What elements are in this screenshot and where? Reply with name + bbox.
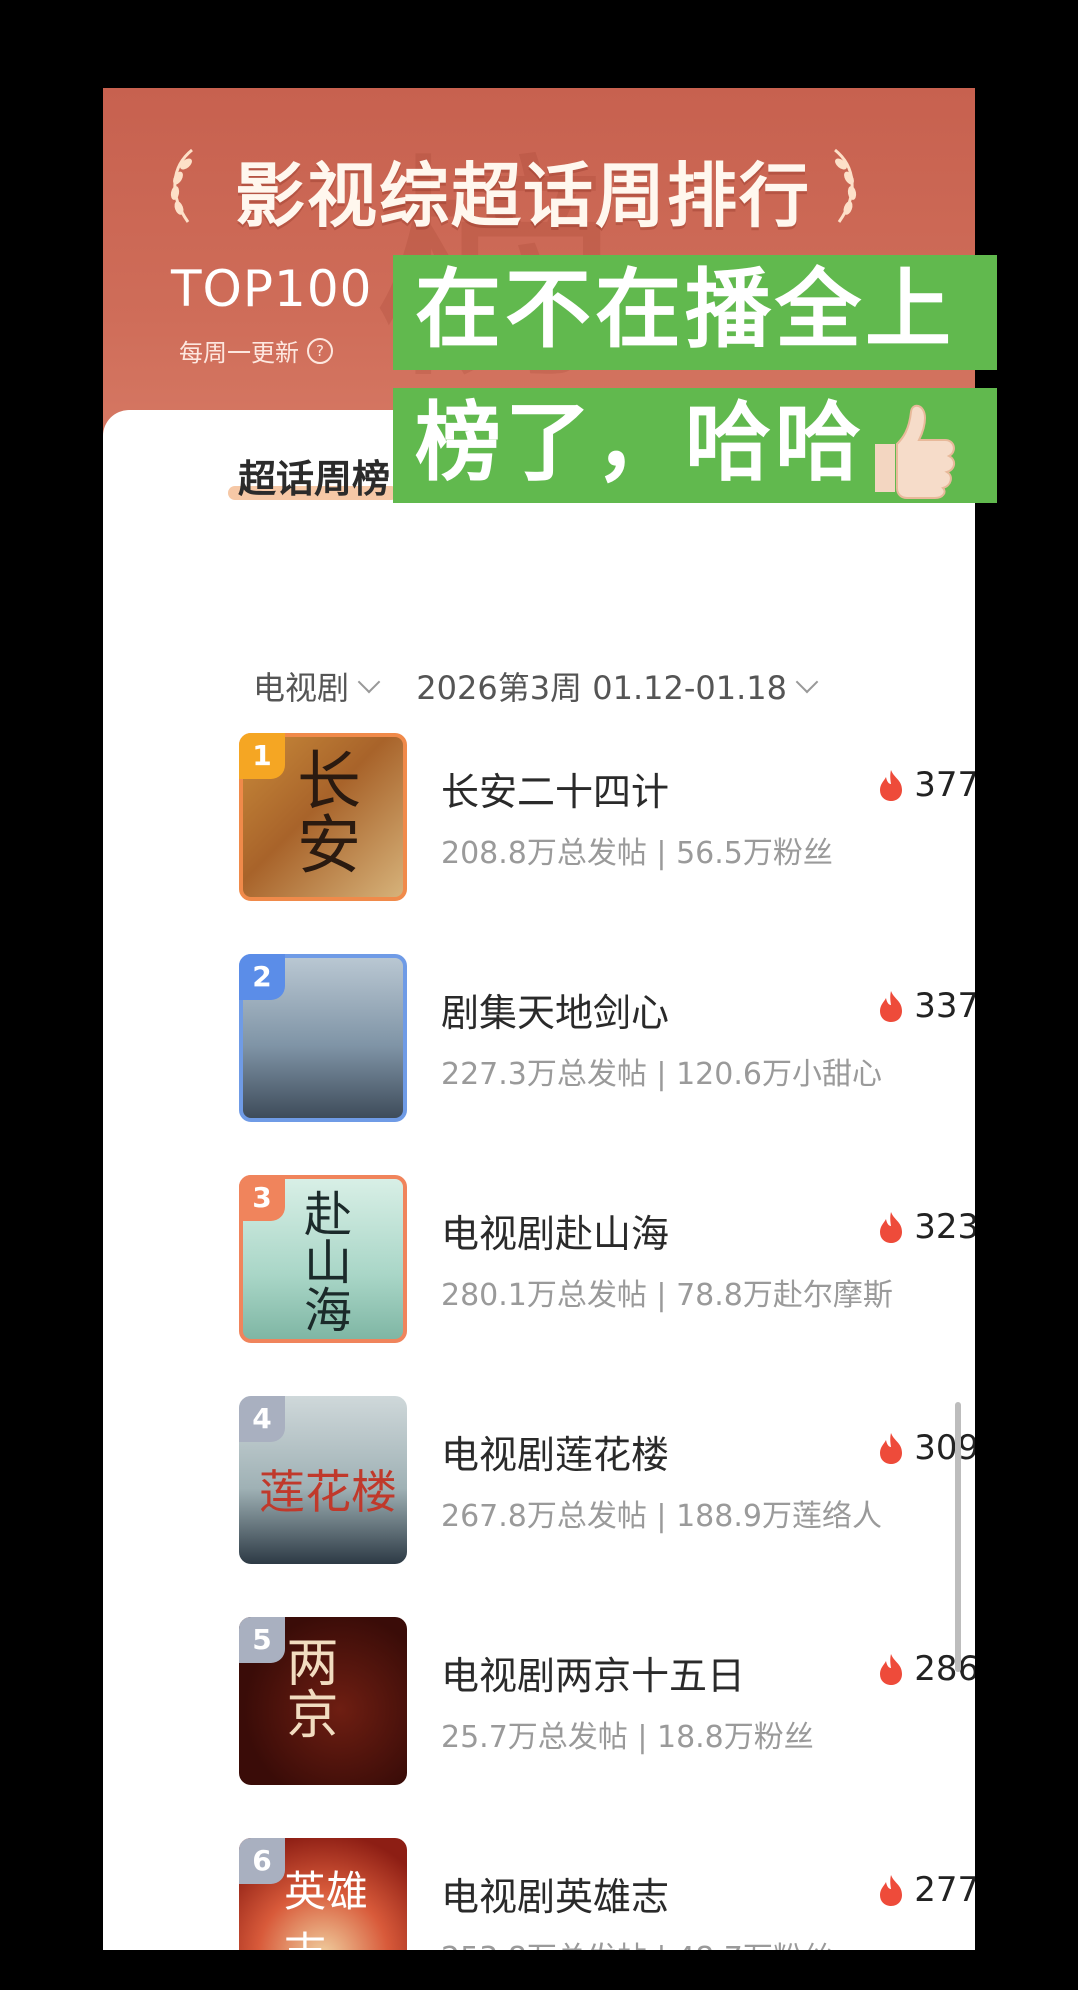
flame-icon: [880, 1212, 903, 1243]
thumbs-up-icon: [875, 404, 955, 499]
heat-value: 286614: [914, 1649, 975, 1689]
show-stats: 25.7万总发帖 | 18.8万粉丝: [441, 1720, 814, 1755]
rank-badge: 6: [239, 1838, 285, 1884]
flame-icon: [880, 1654, 903, 1685]
sticker-line-1: 在不在播全上: [393, 255, 997, 370]
show-title: 电视剧赴山海: [441, 1212, 670, 1256]
page-title: 影视综超话周排行: [235, 155, 811, 237]
rank-badge: 5: [239, 1617, 285, 1663]
ranking-row[interactable]: 2 剧集天地剑心 227.3万总发帖 | 120.6万小甜心 337641: [239, 954, 975, 1124]
heat-score: 277645: [876, 1870, 975, 1910]
ranking-row[interactable]: 两京 5 电视剧两京十五日 25.7万总发帖 | 18.8万粉丝 286614: [239, 1617, 975, 1787]
show-title: 剧集天地剑心: [441, 991, 670, 1035]
flame-icon: [880, 770, 903, 801]
show-title: 长安二十四计: [441, 770, 670, 814]
week-filter[interactable]: 2026第3周 01.12-01.18: [416, 663, 819, 709]
show-title: 电视剧莲花楼: [441, 1433, 670, 1477]
help-icon[interactable]: ?: [307, 337, 333, 364]
chevron-down-icon: [795, 670, 819, 694]
show-title: 电视剧两京十五日: [441, 1654, 746, 1698]
show-stats: 227.3万总发帖 | 120.6万小甜心: [441, 1057, 882, 1092]
update-text: 每周一更新: [179, 339, 299, 367]
scrollbar[interactable]: [955, 1402, 961, 1672]
heat-value: 277645: [914, 1870, 975, 1910]
category-filter[interactable]: 电视剧: [253, 663, 381, 709]
laurel-icon: [170, 148, 193, 223]
show-stats: 253.8万总发帖 | 48.7万粉丝: [441, 1933, 833, 1950]
top100-label: TOP100: [171, 260, 373, 318]
show-stats: 267.8万总发帖 | 188.9万莲络人: [441, 1499, 882, 1534]
heat-value: 309053: [914, 1428, 975, 1468]
ranking-row[interactable]: 长安 1 长安二十四计 208.8万总发帖 | 56.5万粉丝 377501: [239, 733, 975, 903]
rank-badge: 3: [239, 1175, 285, 1221]
tab-weekly-ranking[interactable]: 超话周榜: [238, 448, 390, 503]
flame-icon: [880, 1433, 903, 1464]
show-stats: 208.8万总发帖 | 56.5万粉丝: [441, 836, 833, 871]
update-note: 每周一更新 ?: [179, 333, 333, 368]
ranking-row[interactable]: 赴山海 3 电视剧赴山海 280.1万总发帖 | 78.8万赴尔摩斯 32335…: [239, 1175, 975, 1345]
show-title: 电视剧英雄志: [441, 1875, 670, 1919]
rank-badge: 4: [239, 1396, 285, 1442]
heat-value: 377501: [914, 765, 975, 805]
laurel-icon: [834, 148, 857, 223]
rank-badge: 1: [239, 733, 285, 779]
category-label: 电视剧: [253, 669, 350, 707]
show-stats: 280.1万总发帖 | 78.8万赴尔摩斯: [441, 1278, 893, 1313]
ranking-row[interactable]: 莲花楼 4 电视剧莲花楼 267.8万总发帖 | 188.9万莲络人 30905…: [239, 1396, 975, 1566]
week-label: 2026第3周 01.12-01.18: [416, 669, 787, 707]
heat-value: 337641: [914, 986, 975, 1026]
flame-icon: [880, 1875, 903, 1906]
heat-score: 337641: [876, 986, 975, 1026]
ranking-row[interactable]: 英雄志 6 电视剧英雄志 253.8万总发帖 | 48.7万粉丝 277645: [239, 1838, 975, 1950]
heat-score: 377501: [876, 765, 975, 805]
rank-badge: 2: [239, 954, 285, 1000]
heat-score: 323355: [876, 1207, 975, 1247]
chevron-down-icon: [357, 670, 381, 694]
flame-icon: [880, 991, 903, 1022]
heat-value: 323355: [914, 1207, 975, 1247]
